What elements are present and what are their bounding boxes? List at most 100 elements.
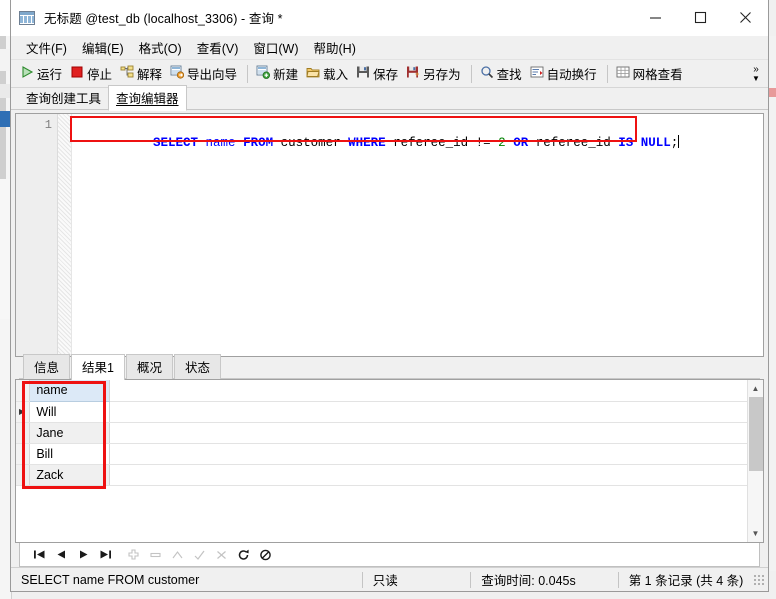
tab-result-1[interactable]: 结果1 bbox=[71, 354, 125, 380]
insert-record-button[interactable] bbox=[122, 545, 144, 565]
tab-query-editor[interactable]: 查询编辑器 bbox=[108, 85, 187, 111]
result-grid[interactable]: name ▶ Will Jane Bill Zack ▲ ▼ bbox=[15, 379, 764, 543]
resize-grip[interactable] bbox=[753, 573, 765, 586]
new-button[interactable]: 新建 bbox=[253, 62, 303, 86]
cell-filler bbox=[109, 401, 747, 423]
first-record-button[interactable] bbox=[28, 545, 50, 565]
row-indicator[interactable] bbox=[16, 443, 31, 465]
status-query: SELECT name FROM customer bbox=[21, 572, 200, 587]
code-fold-strip[interactable] bbox=[58, 114, 72, 356]
save-as-button[interactable]: 另存为 bbox=[403, 62, 466, 86]
explain-button[interactable]: 解释 bbox=[117, 62, 167, 86]
cell-name[interactable]: Bill bbox=[29, 443, 110, 465]
cell-name[interactable]: Jane bbox=[29, 422, 110, 444]
word-wrap-button[interactable]: 自动换行 bbox=[527, 62, 602, 86]
load-button[interactable]: 载入 bbox=[303, 62, 353, 86]
sql-token-kw: WHERE bbox=[348, 136, 386, 150]
apply-change-button[interactable] bbox=[188, 545, 210, 565]
main-toolbar: 运行 停止 解释 导出向导 新建 载入 保存 另存为 查找 自动换行 网格查看 … bbox=[11, 60, 768, 88]
table-header-row: name bbox=[16, 380, 747, 402]
result-vertical-scrollbar[interactable]: ▲ ▼ bbox=[747, 380, 763, 542]
grid-view-button[interactable]: 网格查看 bbox=[613, 62, 688, 86]
save-as-icon bbox=[406, 65, 420, 82]
delete-record-button[interactable] bbox=[144, 545, 166, 565]
table-row[interactable]: Bill bbox=[16, 443, 747, 465]
save-as-label: 另存为 bbox=[423, 68, 461, 82]
next-record-button[interactable] bbox=[72, 545, 94, 565]
tab-query-builder[interactable]: 查询创建工具 bbox=[19, 86, 108, 110]
find-label: 查找 bbox=[496, 68, 522, 82]
result-tabs: 信息 结果1 概况 状态 bbox=[15, 354, 764, 380]
scrollbar-track[interactable] bbox=[748, 397, 764, 525]
run-label: 运行 bbox=[37, 68, 63, 82]
toolbar-overflow-button[interactable]: » ▼ bbox=[746, 60, 766, 88]
stop-button[interactable]: 停止 bbox=[67, 62, 117, 86]
run-button[interactable]: 运行 bbox=[17, 62, 67, 86]
background-close-icon bbox=[769, 88, 776, 97]
column-header-name[interactable]: name bbox=[29, 380, 110, 402]
editor-container: 1 SELECT name FROM customer WHERE refere… bbox=[11, 110, 768, 357]
tab-info[interactable]: 信息 bbox=[23, 354, 71, 379]
export-wizard-button[interactable]: 导出向导 bbox=[167, 62, 242, 86]
text-caret bbox=[678, 135, 680, 148]
previous-record-button[interactable] bbox=[50, 545, 72, 565]
cell-filler bbox=[109, 464, 747, 486]
load-label: 载入 bbox=[323, 68, 349, 82]
tab-profile[interactable]: 概况 bbox=[125, 354, 173, 379]
cancel-change-button[interactable] bbox=[210, 545, 232, 565]
scroll-up-icon[interactable]: ▲ bbox=[748, 380, 764, 397]
find-button[interactable]: 查找 bbox=[477, 62, 527, 86]
save-label: 保存 bbox=[373, 68, 399, 82]
table-row[interactable]: ▶ Will bbox=[16, 401, 747, 423]
row-indicator[interactable] bbox=[16, 422, 31, 444]
refresh-button[interactable] bbox=[232, 545, 254, 565]
cell-filler bbox=[109, 422, 747, 444]
application-window: 无标题 @test_db (localhost_3306) - 查询 * 文件(… bbox=[0, 0, 776, 599]
menu-edit[interactable]: 编辑(E) bbox=[75, 35, 132, 60]
table-row[interactable]: Zack bbox=[16, 464, 747, 486]
edit-record-button[interactable] bbox=[166, 545, 188, 565]
sql-token-pln: ; bbox=[670, 136, 679, 150]
close-button[interactable] bbox=[723, 0, 768, 36]
menu-bar: 文件(F) 编辑(E) 格式(O) 查看(V) 窗口(W) 帮助(H) bbox=[11, 36, 768, 60]
cell-name[interactable]: Zack bbox=[29, 464, 110, 486]
word-wrap-icon bbox=[530, 65, 544, 82]
maximize-button[interactable] bbox=[678, 0, 723, 36]
record-navigation-toolbar bbox=[19, 543, 760, 567]
sql-code-line[interactable]: SELECT name FROM customer WHERE referee_… bbox=[72, 114, 763, 356]
line-number: 1 bbox=[44, 118, 52, 132]
cell-name[interactable]: Will bbox=[29, 401, 110, 423]
window-title: 无标题 @test_db (localhost_3306) - 查询 * bbox=[44, 12, 283, 26]
minimize-button[interactable] bbox=[633, 0, 678, 36]
sql-token-pln: referee_id != bbox=[385, 136, 499, 150]
scrollbar-thumb[interactable] bbox=[748, 397, 763, 471]
row-indicator-header bbox=[16, 380, 31, 402]
status-bar: SELECT name FROM customer 只读 查询时间: 0.045… bbox=[11, 567, 768, 591]
menu-view[interactable]: 查看(V) bbox=[190, 35, 247, 60]
background-window-right-edge bbox=[768, 36, 776, 571]
save-icon bbox=[356, 65, 370, 82]
title-bar: 无标题 @test_db (localhost_3306) - 查询 * bbox=[11, 0, 768, 36]
line-number-gutter: 1 bbox=[16, 114, 58, 356]
row-indicator[interactable] bbox=[16, 464, 31, 486]
table-row[interactable]: Jane bbox=[16, 422, 747, 444]
chevron-down-icon: ▼ bbox=[752, 73, 760, 83]
menu-help[interactable]: 帮助(H) bbox=[307, 35, 364, 60]
menu-file[interactable]: 文件(F) bbox=[19, 35, 75, 60]
menu-format[interactable]: 格式(O) bbox=[132, 35, 190, 60]
word-wrap-label: 自动换行 bbox=[546, 68, 597, 82]
menu-window[interactable]: 窗口(W) bbox=[246, 35, 306, 60]
scroll-down-icon[interactable]: ▼ bbox=[748, 525, 764, 542]
play-icon bbox=[20, 65, 34, 82]
sql-editor[interactable]: 1 SELECT name FROM customer WHERE refere… bbox=[15, 113, 764, 357]
save-button[interactable]: 保存 bbox=[353, 62, 403, 86]
query-window: 无标题 @test_db (localhost_3306) - 查询 * 文件(… bbox=[10, 0, 769, 592]
sql-token-pln bbox=[236, 136, 244, 150]
stop-loading-button[interactable] bbox=[254, 545, 276, 565]
results-panel: 信息 结果1 概况 状态 name ▶ Will Jane Bill Zack … bbox=[11, 354, 768, 567]
row-indicator[interactable]: ▶ bbox=[16, 401, 31, 423]
stop-icon bbox=[70, 65, 84, 82]
tab-status[interactable]: 状态 bbox=[173, 354, 221, 379]
toolbar-separator-1 bbox=[247, 64, 249, 83]
last-record-button[interactable] bbox=[94, 545, 116, 565]
